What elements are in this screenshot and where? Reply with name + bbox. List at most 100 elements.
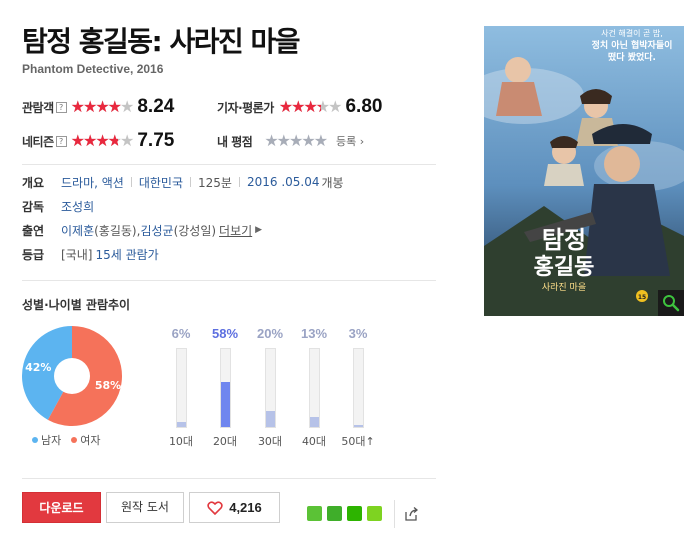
age-bar-column: 20% 30대 — [250, 326, 290, 449]
help-icon[interactable]: ? — [55, 135, 67, 147]
critics-score: 6.80 — [345, 96, 383, 117]
my-rating: 내 평점 ★★★★★ 등록 › — [217, 129, 364, 153]
donut-label-male: 42% — [25, 361, 51, 374]
age-bar — [309, 416, 319, 427]
age-bar-value-label: 20% — [256, 326, 284, 341]
netizen-rating: 네티즌 ? ★★★★★★★★★★ 7.75 — [22, 129, 174, 153]
divider — [394, 500, 395, 528]
age-bar-column: 6% 10대 — [161, 326, 201, 449]
critics-rating-label: 기자·평론가 — [217, 100, 274, 115]
audience-stars: ★★★★★★★★★★ — [70, 97, 135, 116]
age-bar-track — [175, 348, 187, 428]
movie-subtitle: Phantom Detective, 2016 — [22, 62, 164, 76]
netizen-score: 7.75 — [137, 130, 175, 151]
gender-donut-chart: 42% 58% — [22, 326, 122, 426]
movie-title: 탐정 홍길동: 사라진 마을 — [22, 25, 301, 58]
heart-icon — [207, 500, 223, 515]
blog-share-icon[interactable] — [307, 506, 322, 521]
age-bar — [220, 381, 230, 427]
legend-female: 여자 — [71, 432, 101, 448]
genre-link[interactable]: 드라마, 액션 — [61, 174, 124, 191]
cast-key: 출연 — [22, 223, 45, 238]
age-bar — [353, 424, 363, 427]
magnifier-icon — [663, 295, 680, 312]
poster-title-line2: 홍길동 — [534, 255, 595, 280]
age-bar-column: 58% 20대 — [205, 326, 245, 449]
poster-title-line1: 탐정 — [542, 226, 586, 254]
age-bar-column: 13% 40대 — [294, 326, 334, 449]
poster-zoom-button[interactable] — [658, 290, 684, 316]
age-bar-column: 3% 50대↑ — [338, 326, 378, 449]
movie-poster[interactable]: 탐정 홍길동 사라진 마을 사건 해결이 곧 밥, 정치 아닌 협박자들이 떴다… — [484, 26, 684, 316]
age-bar-value-label: 3% — [348, 326, 368, 341]
overview-row: 개요 드라마, 액션 대한민국 125분 2016 .05.04 개봉 — [22, 172, 344, 192]
age-bar-value-label: 6% — [171, 326, 191, 341]
divider — [22, 280, 436, 281]
donut-hole — [54, 358, 90, 394]
age-bar-category-label: 50대↑ — [341, 435, 375, 448]
cafe-share-icon[interactable] — [327, 506, 342, 521]
grade-domestic: [국내] — [61, 247, 93, 262]
director-link[interactable]: 조성희 — [61, 198, 94, 215]
cast-link-1[interactable]: 이제훈 — [61, 222, 94, 239]
poster-rating-badge: 15 — [638, 294, 646, 301]
cast-role-1: (홍길동), — [94, 223, 141, 238]
gender-legend: 남자 여자 — [32, 432, 101, 448]
separator — [190, 177, 192, 187]
netizen-rating-label: 네티즌 — [22, 134, 54, 149]
age-bar — [176, 422, 186, 427]
bookmark-share-icon[interactable] — [347, 506, 362, 521]
like-count: 4,216 — [229, 500, 262, 515]
age-bar-track — [264, 348, 276, 428]
runtime: 125분 — [198, 175, 232, 190]
cast-role-2: (강성일) — [173, 223, 217, 238]
age-bar-track — [308, 348, 320, 428]
director-key: 감독 — [22, 199, 45, 214]
overview-key: 개요 — [22, 175, 45, 190]
donut-label-female: 58% — [95, 379, 121, 392]
like-button[interactable]: 4,216 — [189, 492, 280, 523]
director-row: 감독 조성희 — [22, 196, 94, 216]
cast-more-link[interactable]: 더보기 — [219, 222, 252, 239]
audience-rating-label: 관람객 — [22, 100, 54, 115]
original-book-button[interactable]: 원작 도서 — [106, 492, 184, 523]
cast-link-2[interactable]: 김성균 — [140, 222, 173, 239]
legend-male: 남자 — [32, 432, 61, 448]
critics-rating: 기자·평론가 ★★★★★★★★★★ 6.80 — [217, 95, 382, 119]
download-button[interactable]: 다운로드 — [22, 492, 101, 523]
my-rating-label: 내 평점 — [217, 134, 253, 149]
age-bar-category-label: 30대 — [257, 435, 283, 448]
grade-link[interactable]: 15세 관람가 — [95, 246, 158, 263]
age-bar-track — [219, 348, 231, 428]
grade-key: 등급 — [22, 247, 45, 262]
register-rating-link[interactable]: 등록 › — [336, 133, 364, 149]
netizen-stars: ★★★★★★★★★★ — [70, 131, 135, 150]
divider — [22, 164, 436, 165]
audience-rating: 관람객 ? ★★★★★★★★★★ 8.24 — [22, 95, 174, 119]
my-rating-stars[interactable]: ★★★★★ — [264, 132, 328, 150]
age-bar-category-label: 20대 — [212, 435, 238, 448]
chevron-right-icon: › — [359, 135, 365, 148]
rating-grade-row: 등급 [국내] 15세 관람가 — [22, 244, 159, 264]
divider — [22, 478, 436, 479]
separator — [238, 177, 240, 187]
separator — [130, 177, 132, 187]
poster-tagline-line1: 사건 해결이 곧 밥, — [601, 28, 663, 38]
age-bar-value-label: 13% — [300, 326, 328, 341]
critics-stars: ★★★★★★★★★★ — [278, 97, 343, 116]
age-bar-track — [352, 348, 364, 428]
release-date-link[interactable]: 2016 .05.04 — [247, 175, 320, 189]
stats-title: 성별·나이별 관람추이 — [22, 298, 131, 312]
country-link[interactable]: 대한민국 — [139, 174, 183, 191]
caret-right-icon: ▶ — [255, 225, 263, 235]
note-share-icon[interactable] — [367, 506, 382, 521]
age-bar-category-label: 40대 — [301, 435, 327, 448]
share-icon[interactable] — [403, 506, 419, 522]
poster-tagline-line3: 떴다 봤었다. — [608, 51, 656, 63]
audience-score: 8.24 — [137, 96, 175, 117]
help-icon[interactable]: ? — [55, 101, 67, 113]
poster-tagline-line2: 정치 아닌 협박자들이 — [592, 39, 673, 51]
cast-row: 출연 이제훈 (홍길동), 김성균 (강성일) 더보기 ▶ — [22, 220, 262, 240]
age-bar — [265, 411, 275, 427]
poster-title-line3: 사라진 마을 — [542, 282, 586, 293]
